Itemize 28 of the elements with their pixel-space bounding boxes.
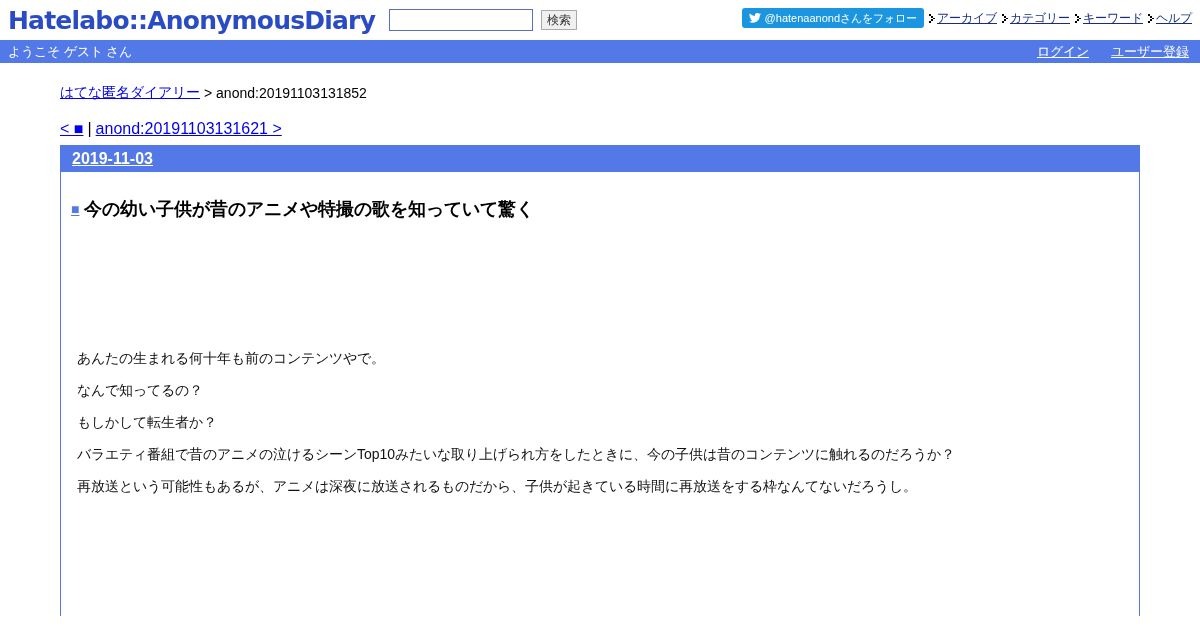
permalink-mark[interactable]: ■ <box>71 201 80 217</box>
arrow-icon <box>929 13 935 23</box>
paragraph: あんたの生まれる何十年も前のコンテンツやで。 <box>77 349 386 367</box>
paragraph: 再放送という可能性もあるが、アニメは深夜に放送されるものだから、子供が起きている時間に再放送をする枠なんてないだろうし。 <box>77 477 918 495</box>
next-link[interactable]: anond:20191103131621 > <box>95 120 282 138</box>
account-link[interactable]: ユーザー登録 <box>1111 42 1189 61</box>
arrow-icon <box>1075 13 1081 23</box>
nav-link[interactable]: カテゴリー <box>1010 9 1070 27</box>
greeting-text: ようこそ ゲスト さん <box>8 42 133 61</box>
breadcrumb-current: > anond:20191103131852 <box>204 85 367 101</box>
nav-link[interactable]: ヘルプ <box>1156 9 1192 27</box>
pager-separator: | <box>87 120 92 138</box>
entry-title: 今の幼い子供が昔のアニメや特撮の歌を知っていて驚く <box>84 198 535 221</box>
date-link[interactable]: 2019-11-03 <box>72 150 153 168</box>
arrow-icon <box>1148 13 1154 23</box>
search-button[interactable]: 検索 <box>541 10 578 30</box>
account-link[interactable]: ログイン <box>1037 42 1089 61</box>
site-logo[interactable]: Hatelabo::AnonymousDiary <box>8 5 376 35</box>
paragraph: なんで知ってるの？ <box>77 381 204 399</box>
bird-icon <box>748 13 761 23</box>
search-field[interactable] <box>389 9 534 31</box>
paragraph: バラエティ番組で昔のアニメの泣けるシーンTop10みたいな取り上げられ方をしたときに、今の子供は昔のコンテンツに触れるのだろうか？ <box>77 445 957 463</box>
arrow-icon <box>1002 13 1008 23</box>
paragraph: もしかして転生者か？ <box>77 413 218 431</box>
nav-link[interactable]: アーカイブ <box>937 9 997 27</box>
breadcrumb-link[interactable]: はてな匿名ダイアリー <box>60 84 200 102</box>
nav-link[interactable]: キーワード <box>1083 9 1143 27</box>
previous-link[interactable]: < ■ <box>60 120 84 138</box>
